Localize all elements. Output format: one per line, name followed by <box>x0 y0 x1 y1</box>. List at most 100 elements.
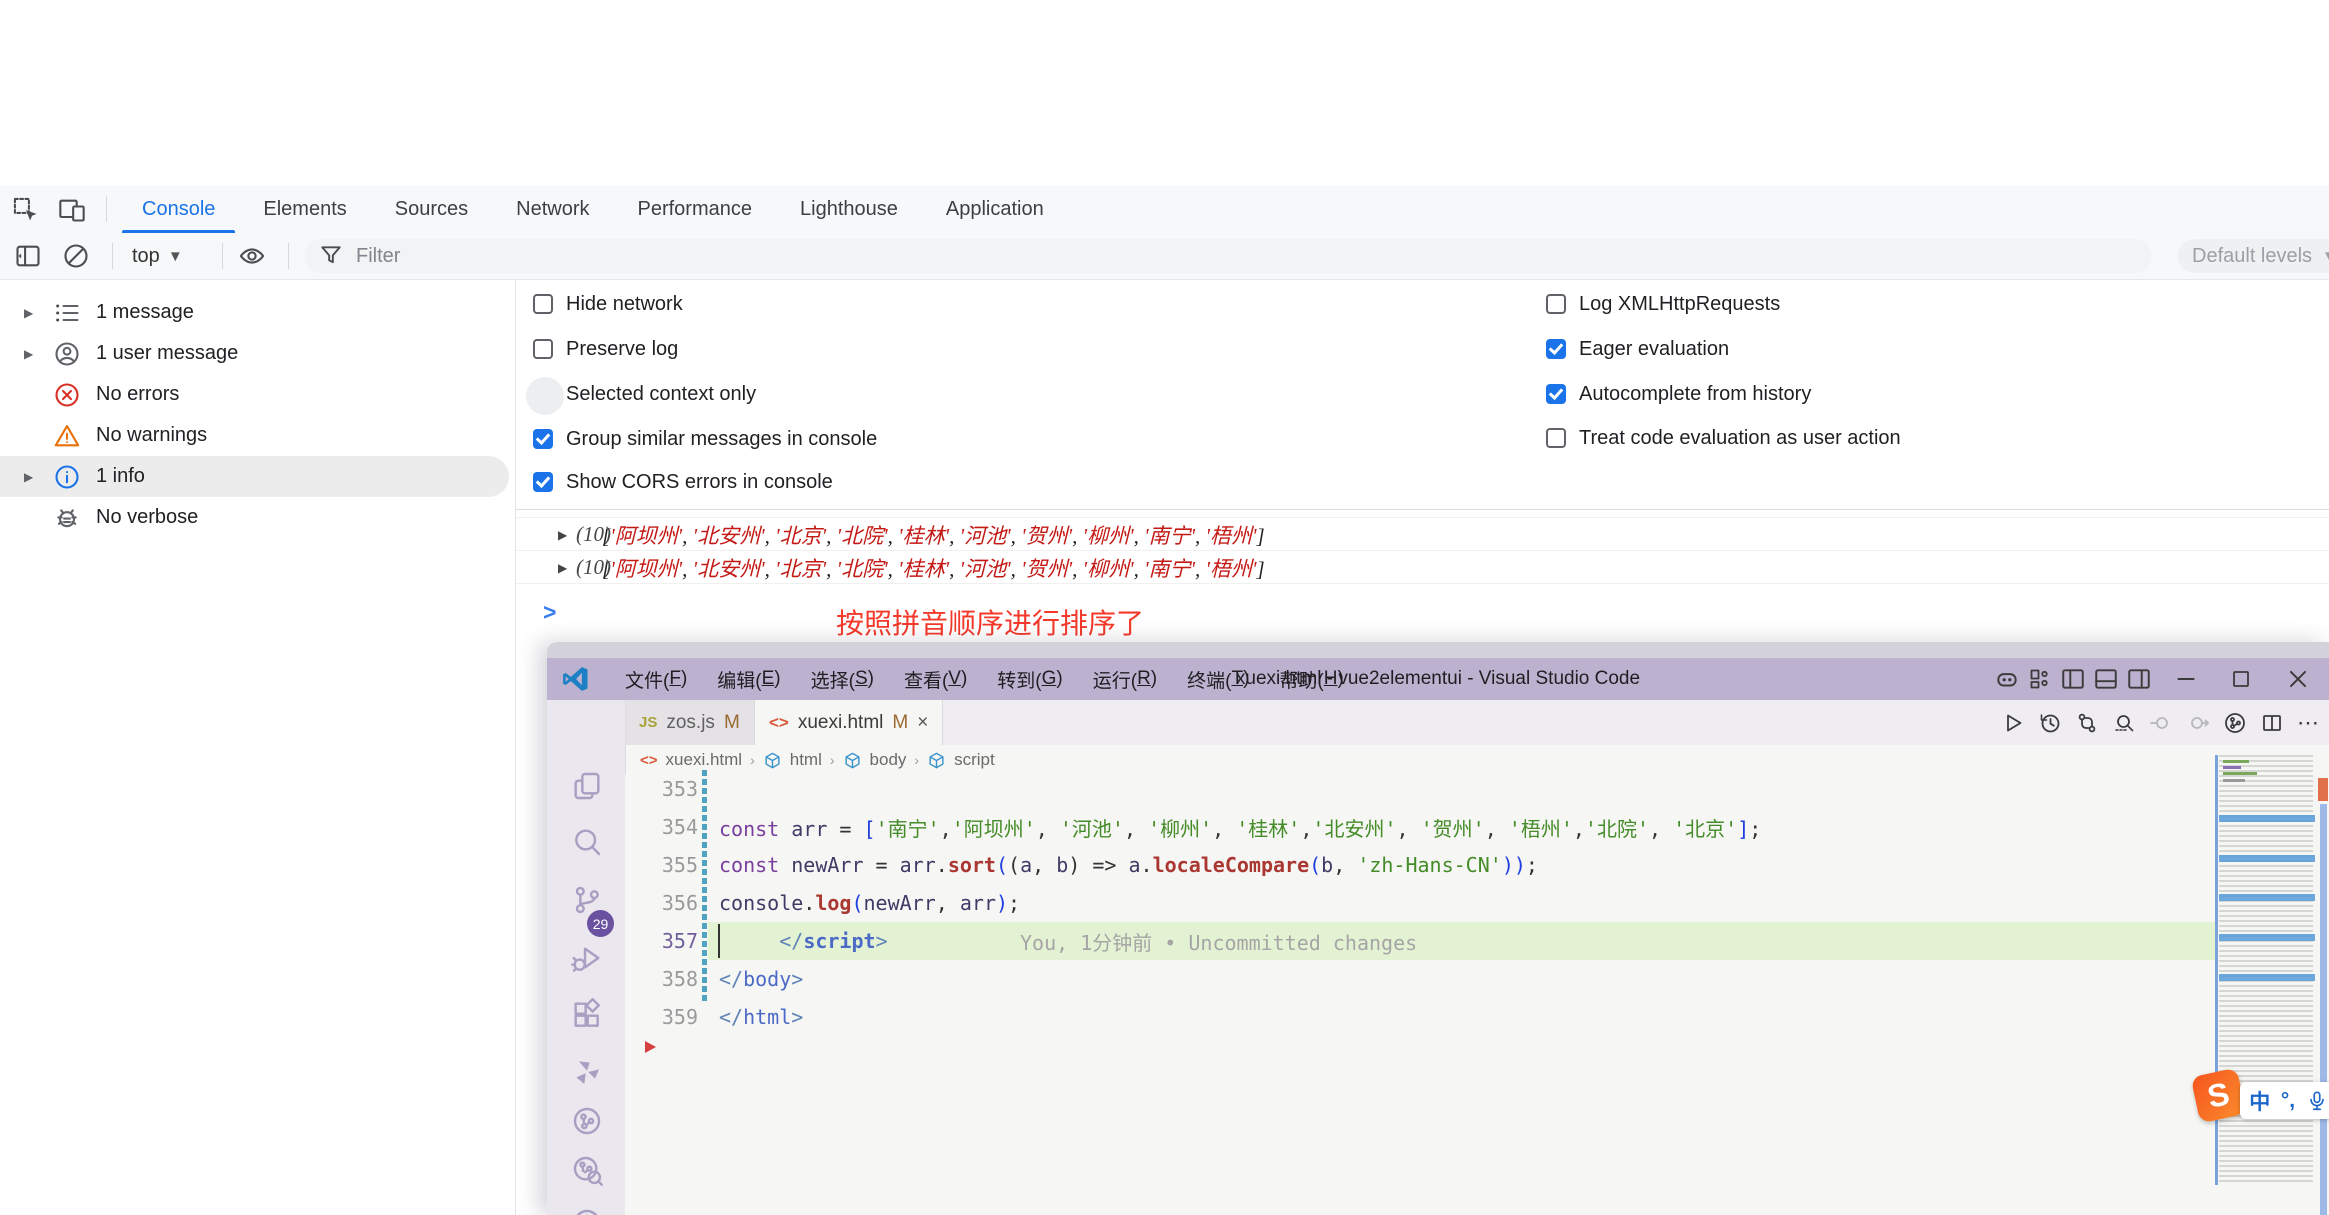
expand-chevron-icon[interactable]: ▶ <box>558 528 567 542</box>
expand-chevron-icon[interactable]: ▶ <box>24 470 33 484</box>
log-levels-dropdown[interactable]: Default levels ▼ <box>2178 239 2329 273</box>
sidebar-item-1-message[interactable]: ▶1 message <box>0 292 515 333</box>
expand-chevron-icon[interactable]: ▶ <box>558 561 567 575</box>
git-compare-icon[interactable] <box>2075 711 2099 735</box>
clear-console-icon[interactable] <box>62 242 90 270</box>
checkbox[interactable] <box>533 339 553 359</box>
menu-v[interactable]: 查看(V) <box>889 658 982 700</box>
close-button[interactable] <box>2285 666 2311 692</box>
gitlens-icon[interactable] <box>2223 711 2247 735</box>
menu-e[interactable]: 编辑(E) <box>702 658 795 700</box>
checkbox[interactable] <box>1546 294 1566 314</box>
code-line[interactable]: 354const arr = ['南宁','阿坝州', '河池', '柳州', … <box>625 808 2215 846</box>
menu-s[interactable]: 选择(S) <box>796 658 889 700</box>
menu-f[interactable]: 文件(F) <box>610 658 702 700</box>
tab-network[interactable]: Network <box>492 186 613 233</box>
device-toolbar-icon[interactable] <box>58 196 86 224</box>
layout-customize-icon[interactable] <box>2027 666 2053 692</box>
code-line[interactable]: 353 <box>625 770 2215 808</box>
console-prompt-chevron[interactable]: > <box>543 599 556 626</box>
tab-lighthouse[interactable]: Lighthouse <box>776 186 922 233</box>
code-line[interactable]: 359</html> <box>625 998 2215 1036</box>
menu-r[interactable]: 运行(R) <box>1078 658 1172 700</box>
code-line[interactable]: 356console.log(newArr, arr); <box>625 884 2215 922</box>
maximize-button[interactable] <box>2228 666 2254 692</box>
breadcrumb-item[interactable]: body <box>870 750 907 770</box>
console-array-row[interactable]: ▶(10)['阿坝州', '北安州', '北京', '北院', '桂林', '河… <box>516 550 2329 584</box>
search-icon[interactable] <box>571 826 603 858</box>
setting-preserve-log[interactable]: Preserve log <box>533 337 678 361</box>
sidebar-item-no-errors[interactable]: No errors <box>0 374 515 415</box>
editor-tab-xuexi.html[interactable]: <>xuexi.htmlM× <box>755 700 943 745</box>
breadcrumb-item[interactable]: html <box>790 750 822 770</box>
close-tab-icon[interactable]: × <box>917 712 928 734</box>
tab-application[interactable]: Application <box>922 186 1068 233</box>
copilot-icon[interactable] <box>1994 666 2020 692</box>
inspect-element-icon[interactable] <box>12 196 40 224</box>
vscode-title-bar[interactable]: xuexi.html - vue2elementui - Visual Stud… <box>547 658 2329 700</box>
ime-punctuation[interactable]: °, <box>2281 1089 2295 1113</box>
breadcrumb-item[interactable]: xuexi.html <box>666 750 743 770</box>
git-history-icon[interactable] <box>571 1154 603 1186</box>
sidebar-divider[interactable] <box>515 280 516 1215</box>
checkbox[interactable] <box>533 472 553 492</box>
checkbox[interactable] <box>533 429 553 449</box>
timeline-history-icon[interactable] <box>2038 711 2062 735</box>
sidebar-item-no-verbose[interactable]: No verbose <box>0 497 515 538</box>
expand-chevron-icon[interactable]: ▶ <box>24 306 33 320</box>
menu-h[interactable]: 帮助(H) <box>1264 658 1358 700</box>
editor-tab-zos.js[interactable]: JSzos.jsM <box>625 700 755 745</box>
git-graph-icon[interactable] <box>571 1105 603 1137</box>
run-file-icon[interactable] <box>2001 711 2025 735</box>
javascript-context-dropdown[interactable]: top ▼ <box>132 242 183 270</box>
timeline-clock-icon[interactable] <box>571 1207 603 1215</box>
checkbox[interactable] <box>533 294 553 314</box>
tab-sources[interactable]: Sources <box>371 186 492 233</box>
setting-treat-code-evaluation-as-user-action[interactable]: Treat code evaluation as user action <box>1546 426 1901 450</box>
run-debug-icon[interactable] <box>571 942 603 974</box>
tab-performance[interactable]: Performance <box>614 186 777 233</box>
breadcrumb-item[interactable]: script <box>954 750 995 770</box>
scrollbar-thumb[interactable] <box>2320 804 2327 1215</box>
more-actions-icon[interactable]: ⋯ <box>2297 711 2321 735</box>
sidebar-item-1-user-message[interactable]: ▶1 user message <box>0 333 515 374</box>
live-expression-eye-icon[interactable] <box>238 242 266 270</box>
split-editor-icon[interactable] <box>2260 711 2284 735</box>
code-line[interactable]: 355const newArr = arr.sort((a, b) => a.l… <box>625 846 2215 884</box>
setting-group-similar-messages-in-console[interactable]: Group similar messages in console <box>533 427 877 451</box>
setting-show-cors-errors-in-console[interactable]: Show CORS errors in console <box>533 470 833 494</box>
menu-g[interactable]: 转到(G) <box>982 658 1077 700</box>
setting-hide-network[interactable]: Hide network <box>533 292 683 316</box>
ime-chinese-mode[interactable]: 中 <box>2249 1086 2270 1116</box>
code-editor[interactable]: 353354const arr = ['南宁','阿坝州', '河池', '柳州… <box>625 775 2329 1215</box>
setting-eager-evaluation[interactable]: Eager evaluation <box>1546 337 1729 361</box>
search-commits-icon[interactable] <box>2112 711 2136 735</box>
show-console-sidebar-icon[interactable] <box>14 242 42 270</box>
sogou-ime-logo[interactable]: S <box>2191 1068 2247 1124</box>
expand-chevron-icon[interactable]: ▶ <box>24 347 33 361</box>
sidebar-item-1-info[interactable]: ▶1 info <box>0 456 509 497</box>
tab-elements[interactable]: Elements <box>239 186 370 233</box>
checkbox[interactable] <box>533 384 553 404</box>
checkbox[interactable] <box>1546 384 1566 404</box>
checkbox[interactable] <box>1546 339 1566 359</box>
checkbox[interactable] <box>1546 428 1566 448</box>
tab-console[interactable]: Console <box>118 186 239 233</box>
toggle-sidebar-icon[interactable] <box>2060 666 2086 692</box>
sidebar-item-no-warnings[interactable]: No warnings <box>0 415 515 456</box>
extensions-icon[interactable] <box>571 999 603 1031</box>
microphone-icon[interactable] <box>2306 1090 2328 1112</box>
live-server-icon[interactable] <box>571 1056 603 1088</box>
code-line[interactable]: 358</body> <box>625 960 2215 998</box>
menu-t[interactable]: 终端(T) <box>1172 658 1264 700</box>
setting-selected-context-only[interactable]: Selected context only <box>533 382 756 406</box>
toggle-panel-icon[interactable] <box>2093 666 2119 692</box>
setting-autocomplete-from-history[interactable]: Autocomplete from history <box>1546 382 1811 406</box>
console-array-row[interactable]: ▶(10)['阿坝州', '北安州', '北京', '北院', '桂林', '河… <box>516 517 2329 551</box>
filter-input[interactable] <box>354 244 958 269</box>
code-line[interactable]: 357 </script>You, 1分钟前 • Uncommitted cha… <box>625 922 2215 960</box>
toggle-secondary-sidebar-icon[interactable] <box>2126 666 2152 692</box>
explorer-icon[interactable] <box>571 770 603 802</box>
minimize-button[interactable] <box>2173 666 2199 692</box>
setting-log-xmlhttprequests[interactable]: Log XMLHttpRequests <box>1546 292 1780 316</box>
